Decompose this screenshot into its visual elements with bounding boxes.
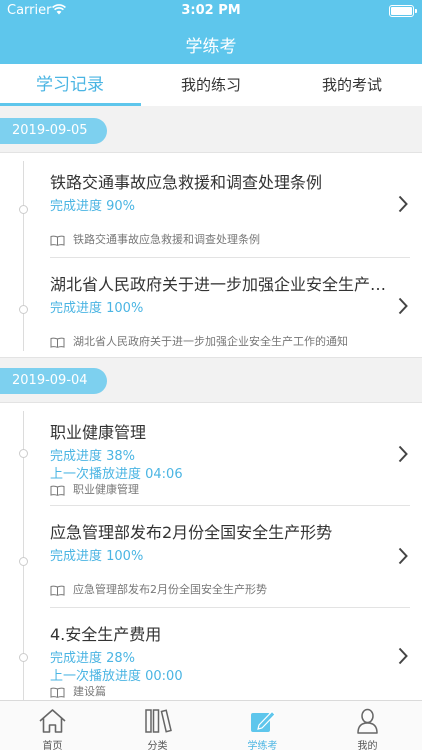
segment-tabs: 学习记录 我的练习 我的考试: [0, 64, 422, 106]
record-source: 职业健康管理: [50, 481, 139, 497]
divider: [50, 505, 410, 506]
tabbar-home[interactable]: 首页: [0, 701, 105, 750]
tabbar-label: 首页: [42, 741, 63, 750]
record-group: 职业健康管理 完成进度 38% 上一次播放进度 04:06 职业健康管理 应急管…: [0, 402, 422, 700]
record-source: 应急管理部发布2月份全国安全生产形势: [50, 581, 267, 597]
record-title: 职业健康管理: [50, 423, 147, 442]
record-source: 铁路交通事故应急救援和调查处理条例: [50, 231, 260, 247]
category-icon: [145, 709, 172, 733]
tabbar-label: 学练考: [247, 741, 278, 750]
tab-my-practice[interactable]: 我的练习: [141, 64, 281, 106]
battery-icon: [389, 5, 417, 17]
record-progress: 完成进度 38%: [50, 449, 136, 464]
edit-icon: [251, 710, 276, 732]
record-title: 4.安全生产费用: [50, 625, 162, 644]
timeline-dot: [19, 449, 28, 458]
record-progress: 完成进度 90%: [50, 199, 136, 214]
record-title: 铁路交通事故应急救援和调查处理条例: [50, 173, 323, 192]
tab-my-exams[interactable]: 我的考试: [282, 64, 422, 106]
record-progress: 完成进度 100%: [50, 549, 144, 564]
record-source: 湖北省人民政府关于进一步加强企业安全生产工作的通知: [50, 333, 348, 349]
chevron-right-icon[interactable]: [398, 297, 408, 315]
nav-header: Carrier 3:02 PM 学练考: [0, 0, 422, 64]
chevron-right-icon[interactable]: [398, 547, 408, 565]
book-icon: [50, 687, 65, 698]
record-title: 应急管理部发布2月份全国安全生产形势: [50, 523, 333, 542]
divider: [50, 257, 410, 258]
record-progress: 完成进度 28%: [50, 651, 136, 666]
tabbar-label: 我的: [357, 741, 378, 750]
book-icon: [50, 485, 65, 496]
tabbar-study[interactable]: 学练考: [210, 701, 315, 750]
timeline-dot: [19, 305, 28, 314]
tabbar-profile[interactable]: 我的: [315, 701, 420, 750]
profile-icon: [357, 708, 378, 734]
chevron-right-icon[interactable]: [398, 647, 408, 665]
home-icon: [39, 709, 66, 733]
date-label: 2019-09-05: [0, 118, 107, 144]
book-icon: [50, 337, 65, 348]
record-group: 铁路交通事故应急救援和调查处理条例 完成进度 90% 铁路交通事故应急救援和调查…: [0, 152, 422, 358]
record-title: 湖北省人民政府关于进一步加强企业安全生产工作的通知: [50, 275, 390, 294]
timeline-dot: [19, 557, 28, 566]
book-icon: [50, 585, 65, 596]
clock: 3:02 PM: [181, 3, 241, 18]
records-list[interactable]: 2019-09-05 铁路交通事故应急救援和调查处理条例 完成进度 90% 铁路…: [0, 106, 422, 700]
bottom-tab-bar: 首页 分类 学练考 我的: [0, 700, 422, 750]
chevron-right-icon[interactable]: [398, 445, 408, 463]
tab-study-records[interactable]: 学习记录: [0, 64, 140, 106]
tabbar-category[interactable]: 分类: [105, 701, 210, 750]
date-label: 2019-09-04: [0, 368, 107, 394]
record-progress: 完成进度 100%: [50, 301, 144, 316]
record-last-play: 上一次播放进度 00:00: [50, 669, 183, 684]
page-title: 学练考: [185, 37, 237, 57]
record-source: 建设篇: [50, 683, 106, 699]
timeline-dot: [19, 205, 28, 214]
tabbar-label: 分类: [147, 741, 168, 750]
timeline-dot: [19, 653, 28, 662]
status-bar: Carrier 3:02 PM: [0, 0, 422, 22]
record-last-play: 上一次播放进度 04:06: [50, 467, 183, 482]
book-icon: [50, 235, 65, 246]
chevron-right-icon[interactable]: [398, 195, 408, 213]
divider: [50, 607, 410, 608]
